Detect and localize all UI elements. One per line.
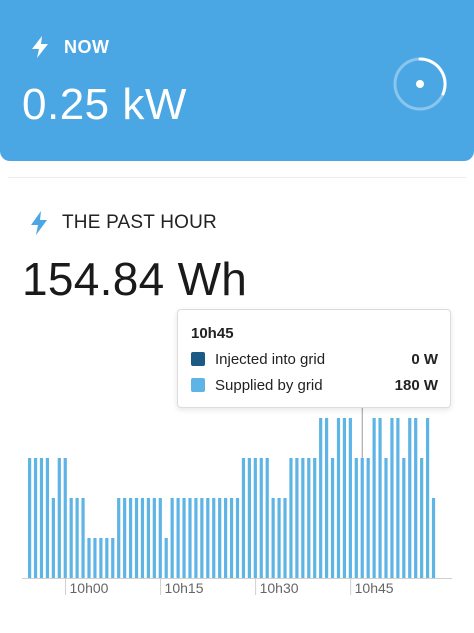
lightning-bolt-icon xyxy=(32,36,48,58)
x-tick-label: 10h00 xyxy=(70,580,109,596)
chart-bar[interactable] xyxy=(295,458,299,578)
chart-bar[interactable] xyxy=(408,418,412,578)
chart-bar[interactable] xyxy=(218,498,222,578)
x-tick-label: 10h15 xyxy=(165,580,204,596)
chart-bar[interactable] xyxy=(182,498,186,578)
chart-bar[interactable] xyxy=(188,498,192,578)
chart-bar[interactable] xyxy=(229,498,234,578)
chart-bar[interactable] xyxy=(414,418,418,578)
chart-tooltip: 10h45 Injected into grid 0 W Supplied by… xyxy=(177,309,451,408)
past-hour-label: THE PAST HOUR xyxy=(62,212,217,233)
chart-bar[interactable] xyxy=(87,538,91,578)
chart-bar[interactable] xyxy=(265,458,269,578)
chart-bar[interactable] xyxy=(33,458,38,578)
chart-bar[interactable] xyxy=(390,418,394,578)
chart-bar[interactable] xyxy=(63,458,67,578)
chart-bar[interactable] xyxy=(51,498,55,578)
lightning-bolt-icon xyxy=(31,211,47,235)
chart-bar[interactable] xyxy=(384,458,388,578)
now-label: NOW xyxy=(64,36,110,57)
now-value: 0.25 kW xyxy=(22,80,187,129)
chart-bar[interactable] xyxy=(134,498,139,578)
chart-bar[interactable] xyxy=(170,498,174,578)
chart-bar[interactable] xyxy=(348,418,352,578)
tooltip-row-label: Injected into grid xyxy=(215,350,326,368)
now-card: NOW 0.25 kW xyxy=(0,0,474,161)
injected-swatch xyxy=(191,352,205,366)
chart-bar[interactable] xyxy=(402,458,406,578)
chart-bar[interactable] xyxy=(123,498,127,578)
chart-bar[interactable] xyxy=(164,538,168,578)
chart-bar[interactable] xyxy=(69,498,73,578)
chart-bar[interactable] xyxy=(152,498,156,578)
tooltip-row-value: 0 W xyxy=(411,350,438,368)
chart-bar[interactable] xyxy=(378,418,382,578)
supplied-swatch xyxy=(191,378,205,392)
tooltip-time: 10h45 xyxy=(191,325,234,342)
chart-bar[interactable] xyxy=(105,538,109,578)
chart-bar[interactable] xyxy=(330,458,335,578)
chart-bar[interactable] xyxy=(45,458,50,578)
tooltip-row-injected: Injected into grid 0 W xyxy=(191,350,438,368)
chart-bar[interactable] xyxy=(247,458,251,578)
chart-bar[interactable] xyxy=(224,498,228,578)
past-hour-header: THE PAST HOUR xyxy=(30,211,217,235)
chart-bar[interactable] xyxy=(194,498,198,578)
chart-bar[interactable] xyxy=(75,498,79,578)
chart-bar[interactable] xyxy=(271,498,275,578)
x-tick-label: 10h30 xyxy=(260,580,299,596)
chart-bar[interactable] xyxy=(425,418,430,578)
chart-bar[interactable] xyxy=(277,498,281,578)
chart-bar[interactable] xyxy=(283,498,287,578)
chart-bar[interactable] xyxy=(313,458,317,578)
chart-bar[interactable] xyxy=(301,458,305,578)
chart-bar[interactable] xyxy=(128,498,133,578)
chart-bar[interactable] xyxy=(117,498,121,578)
chart-bar[interactable] xyxy=(319,418,323,578)
now-header: NOW xyxy=(30,36,110,58)
chart-bar[interactable] xyxy=(93,538,97,578)
chart-bar[interactable] xyxy=(111,538,115,578)
chart-bar[interactable] xyxy=(200,498,204,578)
chart-bar[interactable] xyxy=(259,458,263,578)
chart-bar[interactable] xyxy=(325,418,329,578)
chart-bar[interactable] xyxy=(431,498,436,578)
chart-bar[interactable] xyxy=(28,458,32,578)
chart-bar[interactable] xyxy=(241,458,246,578)
chart-bar[interactable] xyxy=(212,498,216,578)
chart-bar[interactable] xyxy=(354,458,358,578)
chart-bar[interactable] xyxy=(336,418,341,578)
chart-bar[interactable] xyxy=(289,458,293,578)
chart-bar[interactable] xyxy=(396,418,400,578)
tooltip-row-label: Supplied by grid xyxy=(215,376,323,394)
chart-bar[interactable] xyxy=(235,498,240,578)
chart-bar[interactable] xyxy=(158,498,162,578)
tooltip-row-supplied: Supplied by grid 180 W xyxy=(191,376,438,394)
x-tick-label: 10h45 xyxy=(355,580,394,596)
chart-bar[interactable] xyxy=(360,458,364,578)
chart-bar[interactable] xyxy=(57,458,61,578)
gauge-ring-icon xyxy=(393,57,447,111)
tooltip-row-value: 180 W xyxy=(394,376,438,394)
chart-bar[interactable] xyxy=(372,418,376,578)
chart-bar[interactable] xyxy=(366,458,370,578)
chart-bar[interactable] xyxy=(140,498,145,578)
past-hour-value: 154.84 Wh xyxy=(22,253,248,305)
chart-bar[interactable] xyxy=(307,458,311,578)
chart-bar[interactable] xyxy=(39,458,44,578)
chart-bar[interactable] xyxy=(81,498,85,578)
section-divider xyxy=(8,177,466,178)
chart-bar[interactable] xyxy=(146,498,150,578)
chart-bar[interactable] xyxy=(253,458,257,578)
chart-bar[interactable] xyxy=(342,418,347,578)
chart-bar[interactable] xyxy=(420,458,424,578)
chart-bar[interactable] xyxy=(206,498,210,578)
chart-bar[interactable] xyxy=(99,538,103,578)
chart-bar[interactable] xyxy=(176,498,180,578)
